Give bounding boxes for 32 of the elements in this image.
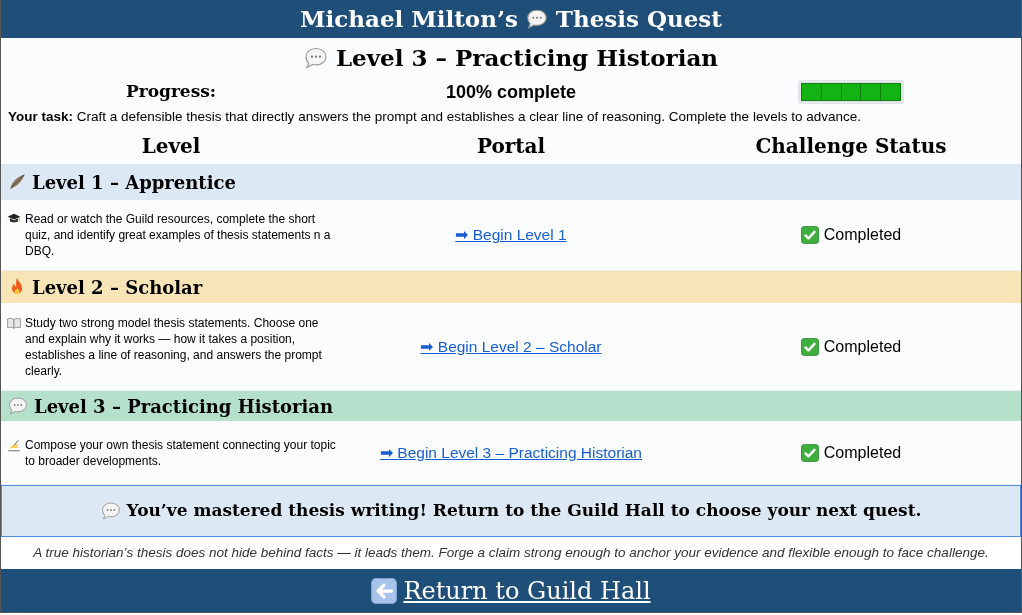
level-heading: Level 3 – Practicing Historian — [34, 394, 334, 419]
status-text: Completed — [823, 442, 902, 463]
speech-bubble-icon — [100, 501, 121, 521]
level-description: Study two strong model thesis statements. Choose one and explain why it works — how it takes a position, establishes a line of reasoning, and answers the prompt clearly. — [25, 314, 323, 379]
status-text: Completed — [823, 336, 902, 357]
status-text: Completed — [823, 225, 902, 245]
column-header: Challenge Status — [755, 133, 947, 160]
quote-text: A true historian’s thesis does not hide behind facts — it leads them. Forge a claim strong enough to anchor your evidence and flexible enough to face challenge. — [33, 543, 989, 562]
page-title: Thesis Quest — [555, 3, 722, 34]
graduation-cap-icon — [7, 213, 21, 225]
task-text: Your task: Craft a defensible thesis that directly answers the prompt and establishes a clear line of reasoning. Complete the levels to advance. — [8, 107, 861, 126]
column-header: Level — [141, 133, 201, 160]
page-title: Michael Milton’s — [300, 3, 518, 34]
level-description: Compose your own thesis statement connecting your topic to broader developments. — [25, 436, 337, 469]
level-description: Read or watch the Guild resources, complete the short quiz, and identify great examples of thesis statements n a DBQ. — [25, 211, 332, 259]
level-title: Level 3 – Practicing Historian — [335, 42, 719, 73]
pen-writing-icon — [7, 438, 21, 452]
banner-text: You’ve mastered thesis writing! Return to the Guild Hall to choose your next quest. — [126, 499, 922, 523]
return-link[interactable]: Return to Guild Hall — [403, 572, 651, 609]
begin-level-link[interactable]: ➡ Begin Level 1 — [455, 223, 567, 247]
feather-icon — [8, 173, 26, 191]
begin-level-link[interactable]: ➡ Begin Level 3 – Practicing Historian — [380, 440, 642, 465]
progress-label: Progress: — [125, 80, 217, 104]
speech-bubble-icon — [303, 46, 328, 70]
level-heading: Level 1 – Apprentice — [32, 170, 236, 195]
open-book-icon — [7, 316, 21, 329]
speech-bubble-icon — [8, 396, 28, 416]
progress-reading: 100% complete — [445, 80, 577, 104]
column-header: Portal — [476, 133, 546, 160]
speech-bubble-icon — [525, 8, 548, 30]
begin-level-link[interactable]: ➡ Begin Level 2 – Scholar — [420, 334, 602, 359]
level-heading: Level 2 – Scholar — [32, 275, 203, 300]
